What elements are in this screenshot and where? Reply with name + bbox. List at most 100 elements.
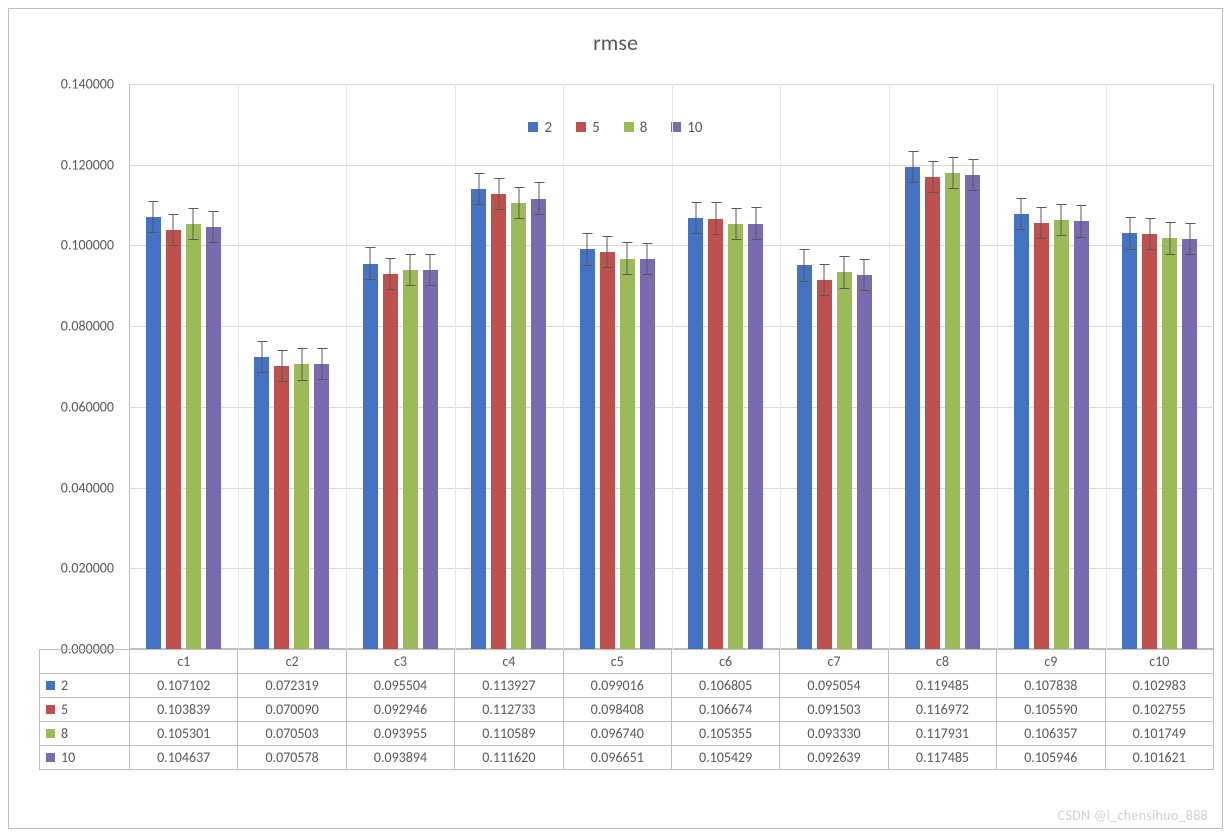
plot-area: 0.0000000.0200000.0400000.0600000.080000… [129,84,1214,649]
table-cell: 0.091503 [780,698,888,722]
bar [640,259,655,649]
error-bar [844,256,845,288]
table-cell: 0.093894 [346,746,454,770]
y-tick-label: 0.040000 [44,479,114,496]
error-bar [912,151,913,183]
bar [1054,220,1069,649]
error-bar [1129,217,1130,249]
table-row-header: 2 [40,674,130,698]
table-column-header: c8 [888,650,996,674]
bar [688,218,703,649]
bar [166,230,181,649]
bar-group [238,357,347,649]
bar [363,264,378,649]
y-tick-label: 0.100000 [44,237,114,254]
bar [531,199,546,649]
table-cell: 0.070090 [238,698,346,722]
error-bar [390,258,391,290]
error-bar [1189,223,1190,255]
error-bar [647,243,648,275]
bar [1162,238,1177,649]
table-cell: 0.112733 [455,698,563,722]
chart-frame: rmse 2 5 8 10 0.0000000.0200000.0400000.060… [8,8,1223,829]
bar [797,265,812,649]
error-bar [173,214,174,246]
bar [1014,214,1029,649]
error-bar [755,207,756,239]
rowhead-label: 8 [61,725,68,742]
bar [837,272,852,649]
bar-group [780,265,889,649]
table-cell: 0.098408 [563,698,671,722]
watermark: CSDN @i_chensihuo_888 [1058,807,1208,824]
rowhead-swatch [46,753,55,762]
rowhead-label: 10 [61,749,75,766]
bar [471,189,486,649]
error-bar [1021,198,1022,230]
error-bar [538,182,539,214]
table-cell: 0.095054 [780,674,888,698]
y-tick-label: 0.080000 [44,318,114,335]
bar-group [997,214,1106,649]
bar [511,203,526,649]
bar [925,177,940,649]
table-cell: 0.095504 [346,674,454,698]
bar [1182,239,1197,649]
table-cell: 0.105301 [130,722,238,746]
table-cell: 0.116972 [888,698,996,722]
error-bar [587,233,588,265]
chart-title: rmse [9,29,1222,56]
bar [254,357,269,649]
error-bar [715,202,716,234]
table-cell: 0.102983 [1105,674,1213,698]
bar-group [889,167,998,649]
bar-group [563,249,672,649]
table-cell: 0.092639 [780,746,888,770]
error-bar [1081,205,1082,237]
table-cell: 0.070503 [238,722,346,746]
error-bar [430,254,431,286]
error-bar [627,242,628,274]
rowhead-swatch [46,681,55,690]
table-cell: 0.101621 [1105,746,1213,770]
bar [383,274,398,649]
table-cell: 0.117485 [888,746,996,770]
table-column-header: c7 [780,650,888,674]
bar [423,270,438,649]
error-bar [193,208,194,240]
table-cell: 0.107838 [997,674,1105,698]
bar [294,364,309,649]
table-cell: 0.110589 [455,722,563,746]
table-row-header: 10 [40,746,130,770]
bar [708,219,723,650]
table-cell: 0.117931 [888,722,996,746]
bar [905,167,920,649]
bar [965,175,980,649]
table-cell: 0.104637 [130,746,238,770]
rowhead-label: 5 [61,701,68,718]
bar [580,249,595,649]
y-tick-label: 0.060000 [44,398,114,415]
table-corner [40,650,130,674]
table-column-header: c2 [238,650,346,674]
rowhead-swatch [46,705,55,714]
error-bar [261,341,262,373]
bar [1142,234,1157,649]
bar [1074,221,1089,649]
error-bar [153,201,154,233]
table-cell: 0.105355 [671,722,779,746]
error-bar [932,161,933,193]
table-cell: 0.096740 [563,722,671,746]
bar-group [455,189,564,649]
error-bar [301,348,302,380]
bar [600,252,615,649]
bar [1034,223,1049,649]
error-bar [1041,207,1042,239]
table-row: 100.1046370.0705780.0938940.1116200.0966… [40,746,1214,770]
error-bar [498,178,499,210]
bar [491,194,506,649]
bar [403,270,418,649]
bar [857,275,872,649]
bar [728,224,743,649]
bar [146,217,161,649]
